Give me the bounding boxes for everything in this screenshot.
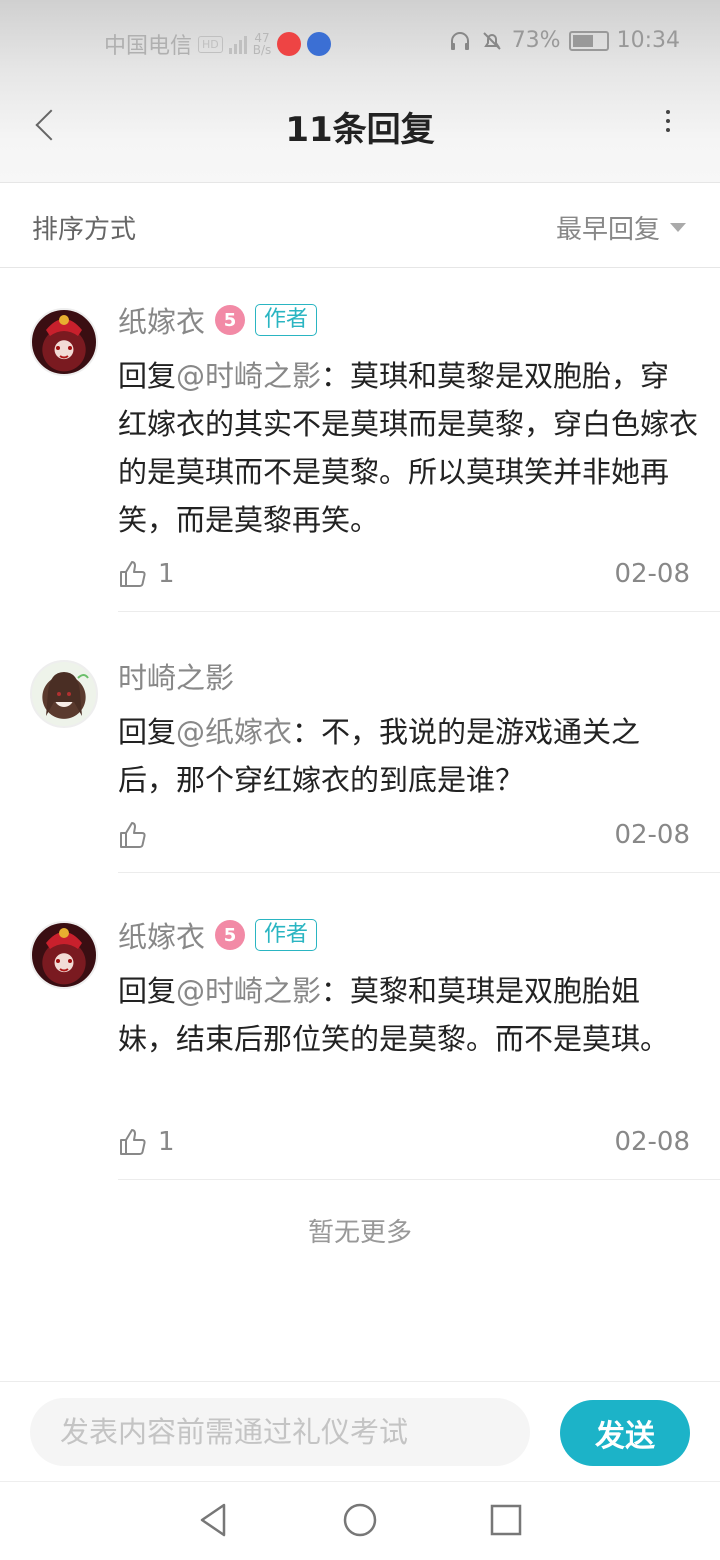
user-line: 纸嫁衣 5 作者 xyxy=(118,299,318,341)
like-count: 1 xyxy=(158,1127,175,1157)
author-tag: 作者 xyxy=(255,304,318,336)
reply-prefix: 回复 xyxy=(118,974,177,1008)
system-nav-bar xyxy=(0,1481,720,1560)
username[interactable]: 纸嫁衣 xyxy=(118,914,205,956)
battery-percent: 73% xyxy=(511,28,561,53)
avatar[interactable] xyxy=(30,308,98,376)
title-bar: 11条回复 xyxy=(0,82,720,172)
more-options-icon[interactable] xyxy=(656,110,680,150)
reply-prefix: 回复 xyxy=(118,715,177,749)
page-title: 11条回复 xyxy=(285,110,435,150)
like-count: 1 xyxy=(158,559,175,589)
avatar-bride-icon xyxy=(46,315,82,359)
reply-prefix: 回复 xyxy=(118,359,177,393)
like-button[interactable]: 1 xyxy=(118,1127,175,1157)
author-tag: 作者 xyxy=(255,919,318,951)
back-triangle-icon[interactable] xyxy=(194,1500,234,1540)
mention-link[interactable]: @纸嫁衣 xyxy=(176,715,292,749)
sort-dropdown[interactable]: 最早回复 xyxy=(556,209,686,246)
sort-bar: 排序方式 最早回复 xyxy=(0,183,720,267)
recent-apps-icon[interactable] xyxy=(486,1500,526,1540)
comment-text: 回复@时崎之影：莫琪和莫黎是双胞胎，穿红嫁衣的其实不是莫琪而是莫黎，穿白色嫁衣的… xyxy=(118,352,698,544)
sort-selected-value: 最早回复 xyxy=(555,215,660,245)
home-circle-icon[interactable] xyxy=(340,1500,380,1540)
music-icon xyxy=(307,32,332,56)
hd-icon: HD xyxy=(198,35,223,53)
reply-input[interactable] xyxy=(30,1398,530,1466)
avatar[interactable] xyxy=(30,660,98,728)
username[interactable]: 时崎之影 xyxy=(118,655,234,697)
level-badge: 5 xyxy=(215,305,246,335)
signal-icon xyxy=(228,34,247,54)
send-button[interactable]: 发送 xyxy=(560,1400,690,1466)
no-more-label: 暂无更多 xyxy=(307,1218,412,1248)
status-bar: 中国电信 HD 47 B/s 73% 10:34 xyxy=(0,20,720,64)
comment-item: 纸嫁衣 5 作者 回复@时崎之影：莫黎和莫琪是双胞胎姐妹，结束后那位笑的是莫黎。… xyxy=(0,873,720,1180)
comment-date: 02-08 xyxy=(614,559,690,589)
user-line: 纸嫁衣 5 作者 xyxy=(118,914,318,956)
chevron-down-icon xyxy=(670,223,686,232)
username[interactable]: 纸嫁衣 xyxy=(118,299,205,341)
carrier-name: 中国电信 xyxy=(104,34,193,59)
reply-input-bar: 发送 xyxy=(0,1381,720,1481)
level-badge: 5 xyxy=(215,920,246,950)
comment-meta: 1 02-08 xyxy=(118,556,690,592)
clock: 10:34 xyxy=(616,28,680,53)
comment-text: 回复@纸嫁衣：不，我说的是游戏通关之后，那个穿红嫁衣的到底是谁？ xyxy=(118,708,698,804)
mute-icon xyxy=(482,31,501,50)
app-notification-icon xyxy=(277,32,302,56)
comment-item: 时崎之影 回复@纸嫁衣：不，我说的是游戏通关之后，那个穿红嫁衣的到底是谁？ 02… xyxy=(0,612,720,873)
mention-link[interactable]: @时崎之影 xyxy=(176,359,321,393)
comment-text: 回复@时崎之影：莫黎和莫琪是双胞胎姐妹，结束后那位笑的是莫黎。而不是莫琪。 xyxy=(118,967,698,1063)
sort-label: 排序方式 xyxy=(32,215,137,245)
headphones-icon xyxy=(450,31,469,50)
avatar-bride-icon xyxy=(46,928,82,972)
avatar-anime-girl-icon xyxy=(46,672,89,716)
comment-meta: 1 02-08 xyxy=(118,1124,690,1160)
avatar[interactable] xyxy=(30,921,98,989)
user-line: 时崎之影 xyxy=(118,656,234,696)
status-left: 中国电信 HD 47 B/s xyxy=(104,28,332,60)
comment-item: 纸嫁衣 5 作者 回复@时崎之影：莫琪和莫黎是双胞胎，穿红嫁衣的其实不是莫琪而是… xyxy=(0,268,720,612)
thumbs-up-icon xyxy=(120,822,146,848)
status-right: 73% 10:34 xyxy=(448,28,680,53)
comment-meta: 02-08 xyxy=(118,817,690,853)
thumbs-up-icon xyxy=(120,561,146,587)
network-speed: 47 B/s xyxy=(252,31,272,57)
battery-icon xyxy=(568,30,609,51)
comment-date: 02-08 xyxy=(614,820,690,850)
mention-link[interactable]: @时崎之影 xyxy=(176,974,321,1008)
like-button[interactable]: 1 xyxy=(118,559,175,589)
like-button[interactable] xyxy=(118,820,158,850)
comment-date: 02-08 xyxy=(614,1127,690,1157)
comment-divider xyxy=(118,1179,720,1180)
thumbs-up-icon xyxy=(120,1129,146,1155)
